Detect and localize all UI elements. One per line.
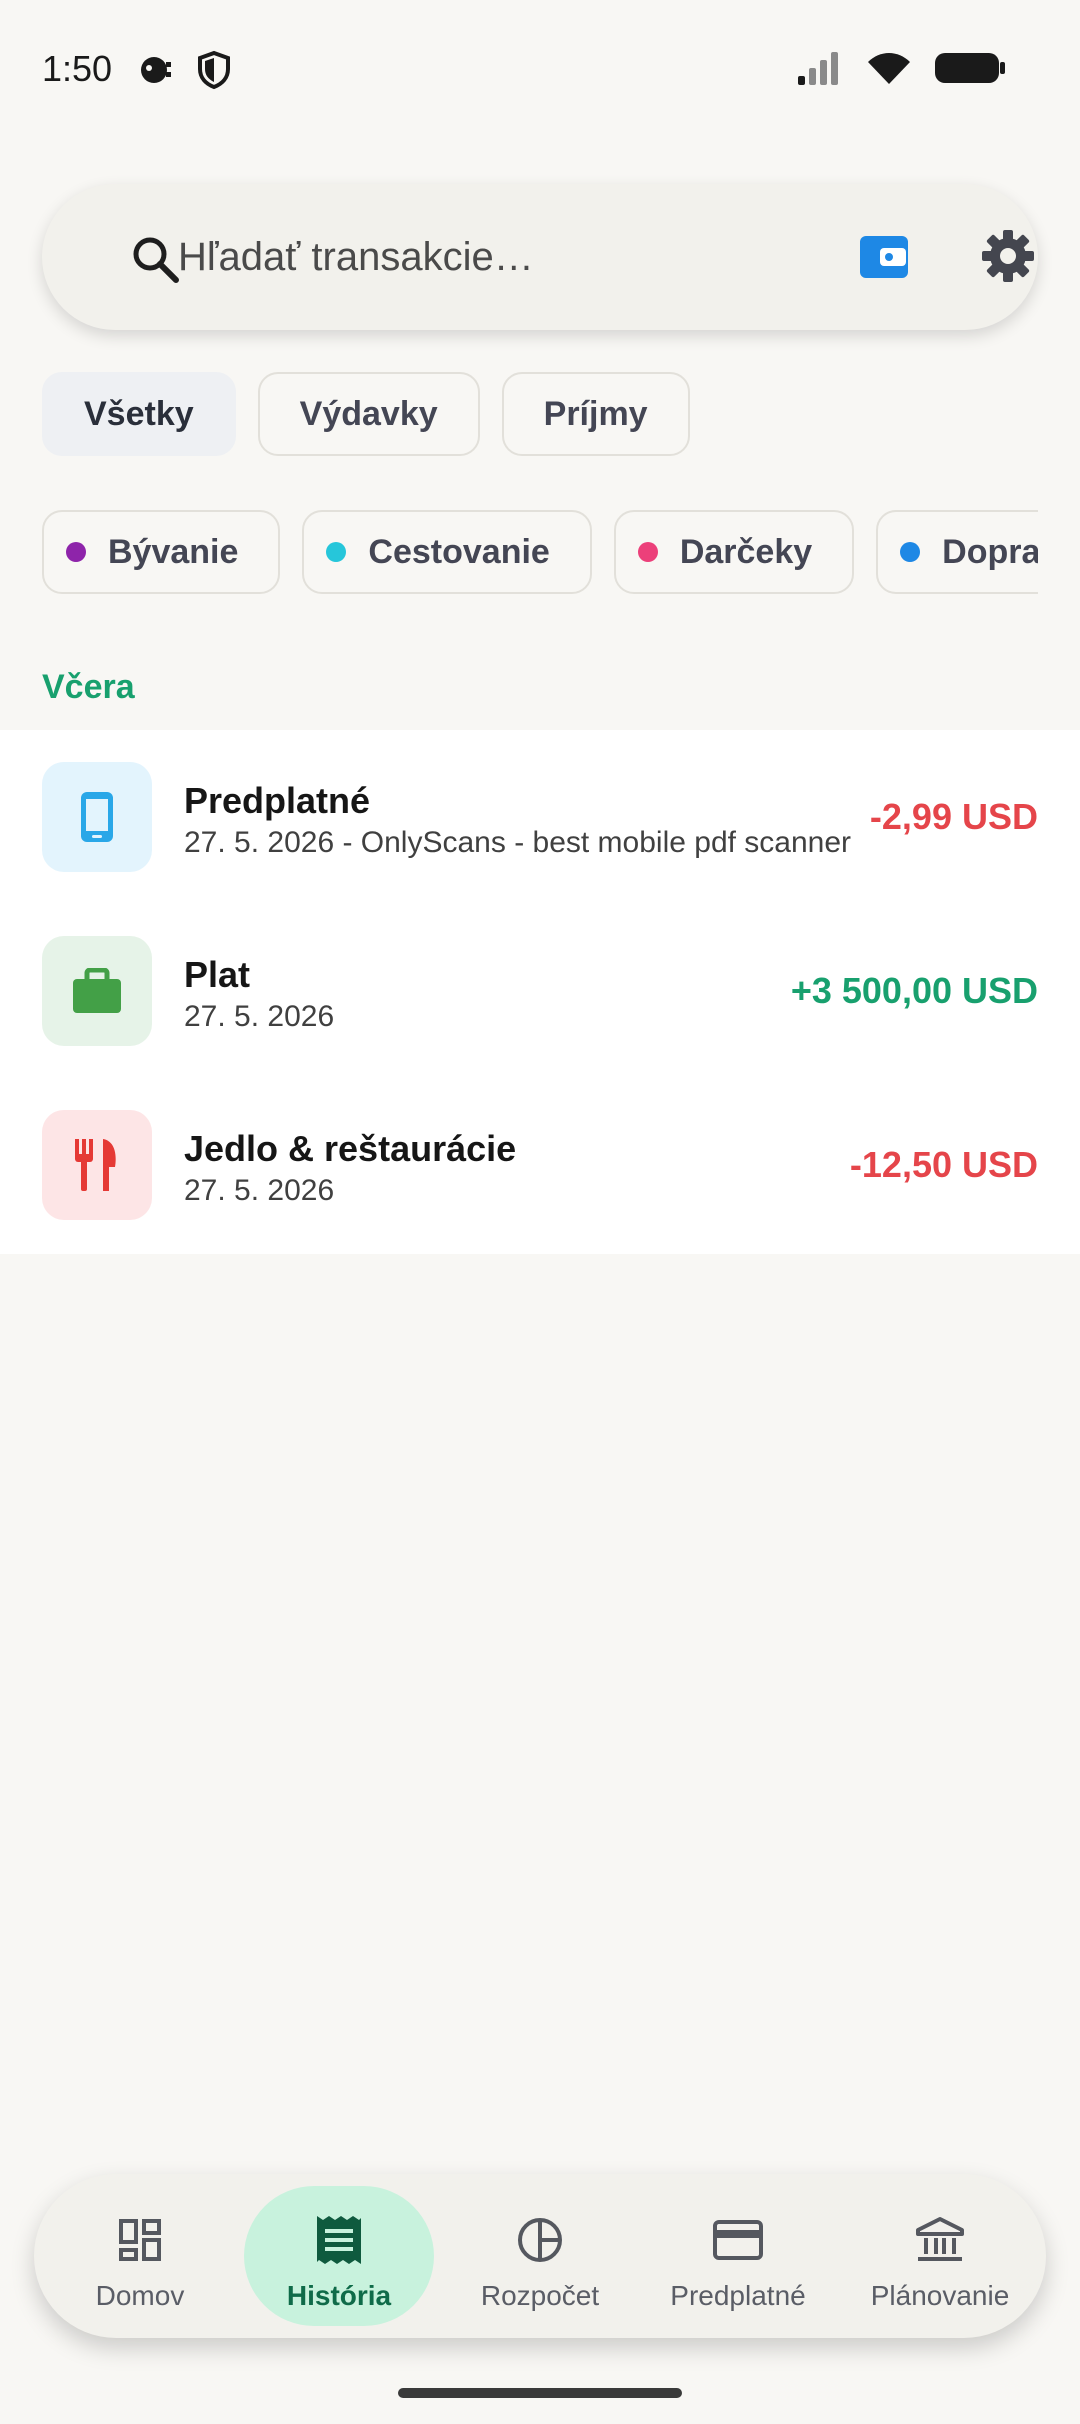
category-chips-scroller[interactable]: Bývanie Cestovanie Darčeky Doprava [42,510,1038,594]
transaction-list: Predplatné 27. 5. 2026 - OnlyScans - bes… [0,730,1080,1254]
section-date-header: Včera [42,668,135,706]
transaction-subtitle: 27. 5. 2026 - OnlyScans - best mobile pd… [184,826,852,859]
filter-chip-all[interactable]: Všetky [42,372,236,456]
category-color-dot [637,542,658,562]
wifi-icon [866,50,912,91]
category-color-dot [66,542,86,562]
nav-item-history[interactable]: História [244,2186,434,2326]
nav-item-budget[interactable]: Rozpočet [445,2186,635,2326]
search-icon[interactable] [130,234,180,289]
category-chip-label: Darčeky [679,532,813,571]
transaction-subtitle: 27. 5. 2026 [184,1000,335,1033]
category-chip-gifts[interactable]: Darčeky [613,510,855,594]
battery-icon [934,50,1006,91]
transaction-amount: -2,99 USD [869,796,1038,837]
pie-chart-icon [516,2214,564,2266]
transaction-title: Predplatné [184,780,371,821]
transaction-row[interactable]: Predplatné 27. 5. 2026 - OnlyScans - bes… [0,730,1080,904]
gear-icon[interactable] [980,228,1036,284]
search-bar [42,184,1038,330]
restaurant-icon [42,1110,152,1220]
status-bar: 1:50 [0,0,1080,140]
nav-label: História [286,2280,392,2311]
transaction-subtitle: 27. 5. 2026 [184,1174,335,1207]
signal-icon [796,50,844,91]
transaction-row[interactable]: Jedlo & reštaurácie 27. 5. 2026 -12,50 U… [0,1078,1080,1252]
category-chip-label: Bývanie [108,532,239,571]
status-icons-right [796,50,1006,91]
transaction-title: Jedlo & reštaurácie [184,1128,517,1169]
dashboard-icon [118,2214,162,2266]
category-chip-label: Doprava [942,532,1038,571]
nav-item-subscriptions[interactable]: Predplatné [643,2186,833,2326]
transaction-amount: -12,50 USD [849,1144,1038,1185]
transaction-title: Plat [184,954,251,995]
filter-chip-expenses[interactable]: Výdavky [257,372,480,456]
category-chip-housing[interactable]: Bývanie [42,510,281,594]
status-time: 1:50 [42,48,113,89]
filter-chip-income[interactable]: Príjmy [501,372,690,456]
status-icons-left [136,50,232,95]
category-chip-travel[interactable]: Cestovanie [302,510,592,594]
transaction-row[interactable]: Plat 27. 5. 2026 +3 500,00 USD [0,904,1080,1078]
transaction-amount: +3 500,00 USD [790,970,1038,1011]
wallet-icon[interactable] [858,230,910,282]
shield-icon [196,50,232,95]
receipt-icon [315,2214,363,2266]
bottom-navigation: Domov História Rozpočet Predplatné Pláno… [34,2174,1046,2338]
category-chip-label: Cestovanie [368,532,550,571]
nav-label: Plánovanie [870,2280,1010,2311]
bank-icon [916,2214,964,2266]
category-color-dot [900,542,921,562]
credit-card-icon [713,2214,763,2266]
search-input[interactable] [178,224,798,290]
nav-item-home[interactable]: Domov [45,2186,235,2326]
phone-icon [42,762,152,872]
nav-label: Predplatné [670,2280,806,2311]
nav-label: Rozpočet [480,2280,600,2311]
category-chip-transport[interactable]: Doprava [876,510,1038,594]
nav-label: Domov [95,2280,185,2311]
category-color-dot [326,542,347,562]
home-indicator[interactable] [398,2388,682,2398]
type-filter-chips: Všetky Výdavky Príjmy [42,372,690,456]
notification-icon [136,50,176,95]
briefcase-icon [42,936,152,1046]
nav-item-planning[interactable]: Plánovanie [845,2186,1035,2326]
